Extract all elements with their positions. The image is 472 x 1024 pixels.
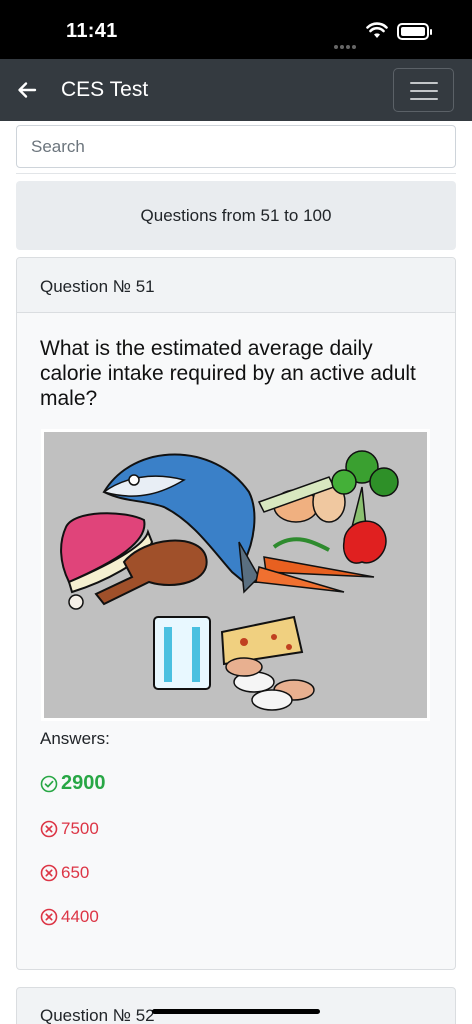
answer-option[interactable]: 650 xyxy=(40,863,89,883)
battery-icon xyxy=(397,23,432,40)
answers-label: Answers: xyxy=(40,729,110,748)
answer-option[interactable]: 7500 xyxy=(40,819,99,839)
answer-text: 2900 xyxy=(61,772,106,794)
divider xyxy=(16,173,456,174)
answer-text: 7500 xyxy=(61,819,99,838)
next-question-card[interactable]: Question № 52 xyxy=(16,987,456,1024)
wifi-icon xyxy=(366,22,388,38)
answer-option[interactable]: 4400 xyxy=(40,907,99,927)
status-bar: 11:41 xyxy=(0,0,472,59)
answer-text: 650 xyxy=(61,863,90,882)
question-card-header: Question № 51 xyxy=(17,258,455,313)
status-time: 11:41 xyxy=(66,20,118,42)
check-circle-icon xyxy=(40,775,58,792)
question-image xyxy=(41,429,430,721)
search-input[interactable] xyxy=(16,125,456,168)
arrow-left-icon[interactable] xyxy=(16,79,38,101)
navbar: CES Test xyxy=(0,59,472,121)
home-indicator[interactable] xyxy=(152,1009,320,1014)
question-range-label: Questions from 51 to 100 xyxy=(140,205,332,225)
question-card: Question № 51 What is the estimated aver… xyxy=(16,257,456,970)
x-circle-icon xyxy=(40,864,58,882)
signal-icon xyxy=(334,36,358,54)
hamburger-icon xyxy=(410,82,438,84)
x-circle-icon xyxy=(40,820,58,838)
answer-option-correct[interactable]: 2900 xyxy=(40,772,106,795)
question-text: What is the estimated average daily calo… xyxy=(40,337,416,410)
answer-text: 4400 xyxy=(61,907,99,926)
question-range-banner: Questions from 51 to 100 xyxy=(16,181,456,250)
next-question-header: Question № 52 xyxy=(40,1006,155,1024)
page-title: CES Test xyxy=(61,78,149,101)
x-circle-icon xyxy=(40,908,58,926)
menu-toggle-button[interactable] xyxy=(393,68,454,112)
